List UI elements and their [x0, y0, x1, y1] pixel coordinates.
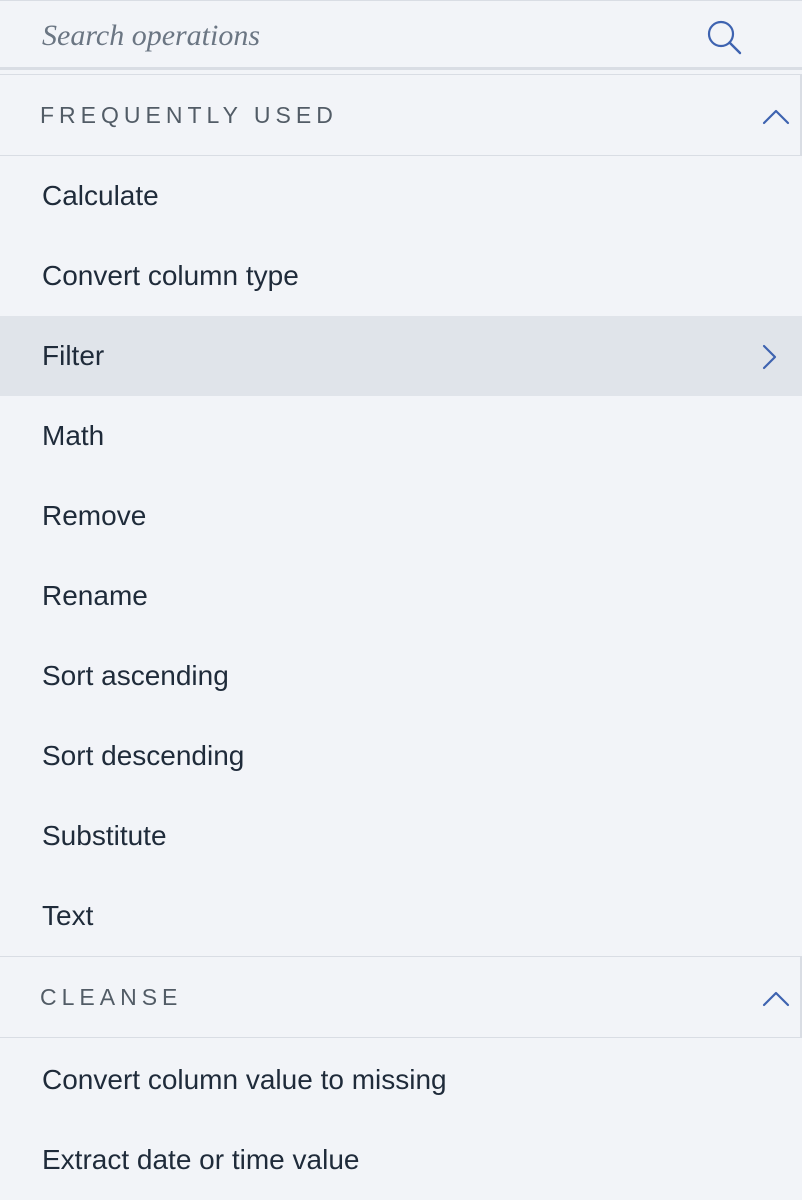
operation-label: Rename: [42, 580, 148, 611]
operation-label: Filter: [42, 340, 105, 371]
operation-item-calculate[interactable]: Calculate: [0, 156, 802, 236]
chevron-up-icon[interactable]: [760, 985, 792, 1009]
operation-item-convert-column-type[interactable]: Convert column type: [0, 236, 802, 316]
operation-item-text[interactable]: Text: [0, 876, 802, 956]
operation-item-substitute[interactable]: Substitute: [0, 796, 802, 876]
operation-label: Extract date or time value: [42, 1144, 360, 1175]
operation-label: Sort descending: [42, 740, 245, 771]
section-title: CLEANSE: [40, 984, 183, 1010]
operation-item-extract-date-or-time-value[interactable]: Extract date or time value: [0, 1120, 802, 1200]
section-header-cleanse[interactable]: CLEANSE: [0, 956, 802, 1038]
operation-label: Convert column value to missing: [42, 1064, 447, 1095]
operation-label: Text: [42, 900, 94, 931]
chevron-up-icon[interactable]: [760, 103, 792, 127]
operation-item-filter[interactable]: Filter: [0, 316, 802, 396]
search-icon[interactable]: [706, 19, 742, 55]
section-title: FREQUENTLY USED: [40, 102, 338, 128]
operation-item-sort-ascending[interactable]: Sort ascending: [0, 636, 802, 716]
section-header-frequently-used[interactable]: FREQUENTLY USED: [0, 74, 802, 156]
operation-label: Sort ascending: [42, 660, 229, 691]
operation-item-convert-column-value-to-missing[interactable]: Convert column value to missing: [0, 1040, 802, 1120]
operation-item-math[interactable]: Math: [0, 396, 802, 476]
search-row: [0, 0, 802, 70]
search-input[interactable]: [42, 15, 682, 57]
operation-item-sort-descending[interactable]: Sort descending: [0, 716, 802, 796]
operation-item-remove[interactable]: Remove: [0, 476, 802, 556]
operation-label: Calculate: [42, 180, 159, 211]
operation-label: Substitute: [42, 820, 167, 851]
operations-panel: FREQUENTLY USED Calculate Convert column…: [0, 0, 802, 1175]
chevron-right-icon[interactable]: [758, 342, 780, 372]
operation-label: Remove: [42, 500, 147, 531]
operation-item-rename[interactable]: Rename: [0, 556, 802, 636]
operation-label: Math: [42, 420, 105, 451]
operation-label: Convert column type: [42, 260, 299, 291]
